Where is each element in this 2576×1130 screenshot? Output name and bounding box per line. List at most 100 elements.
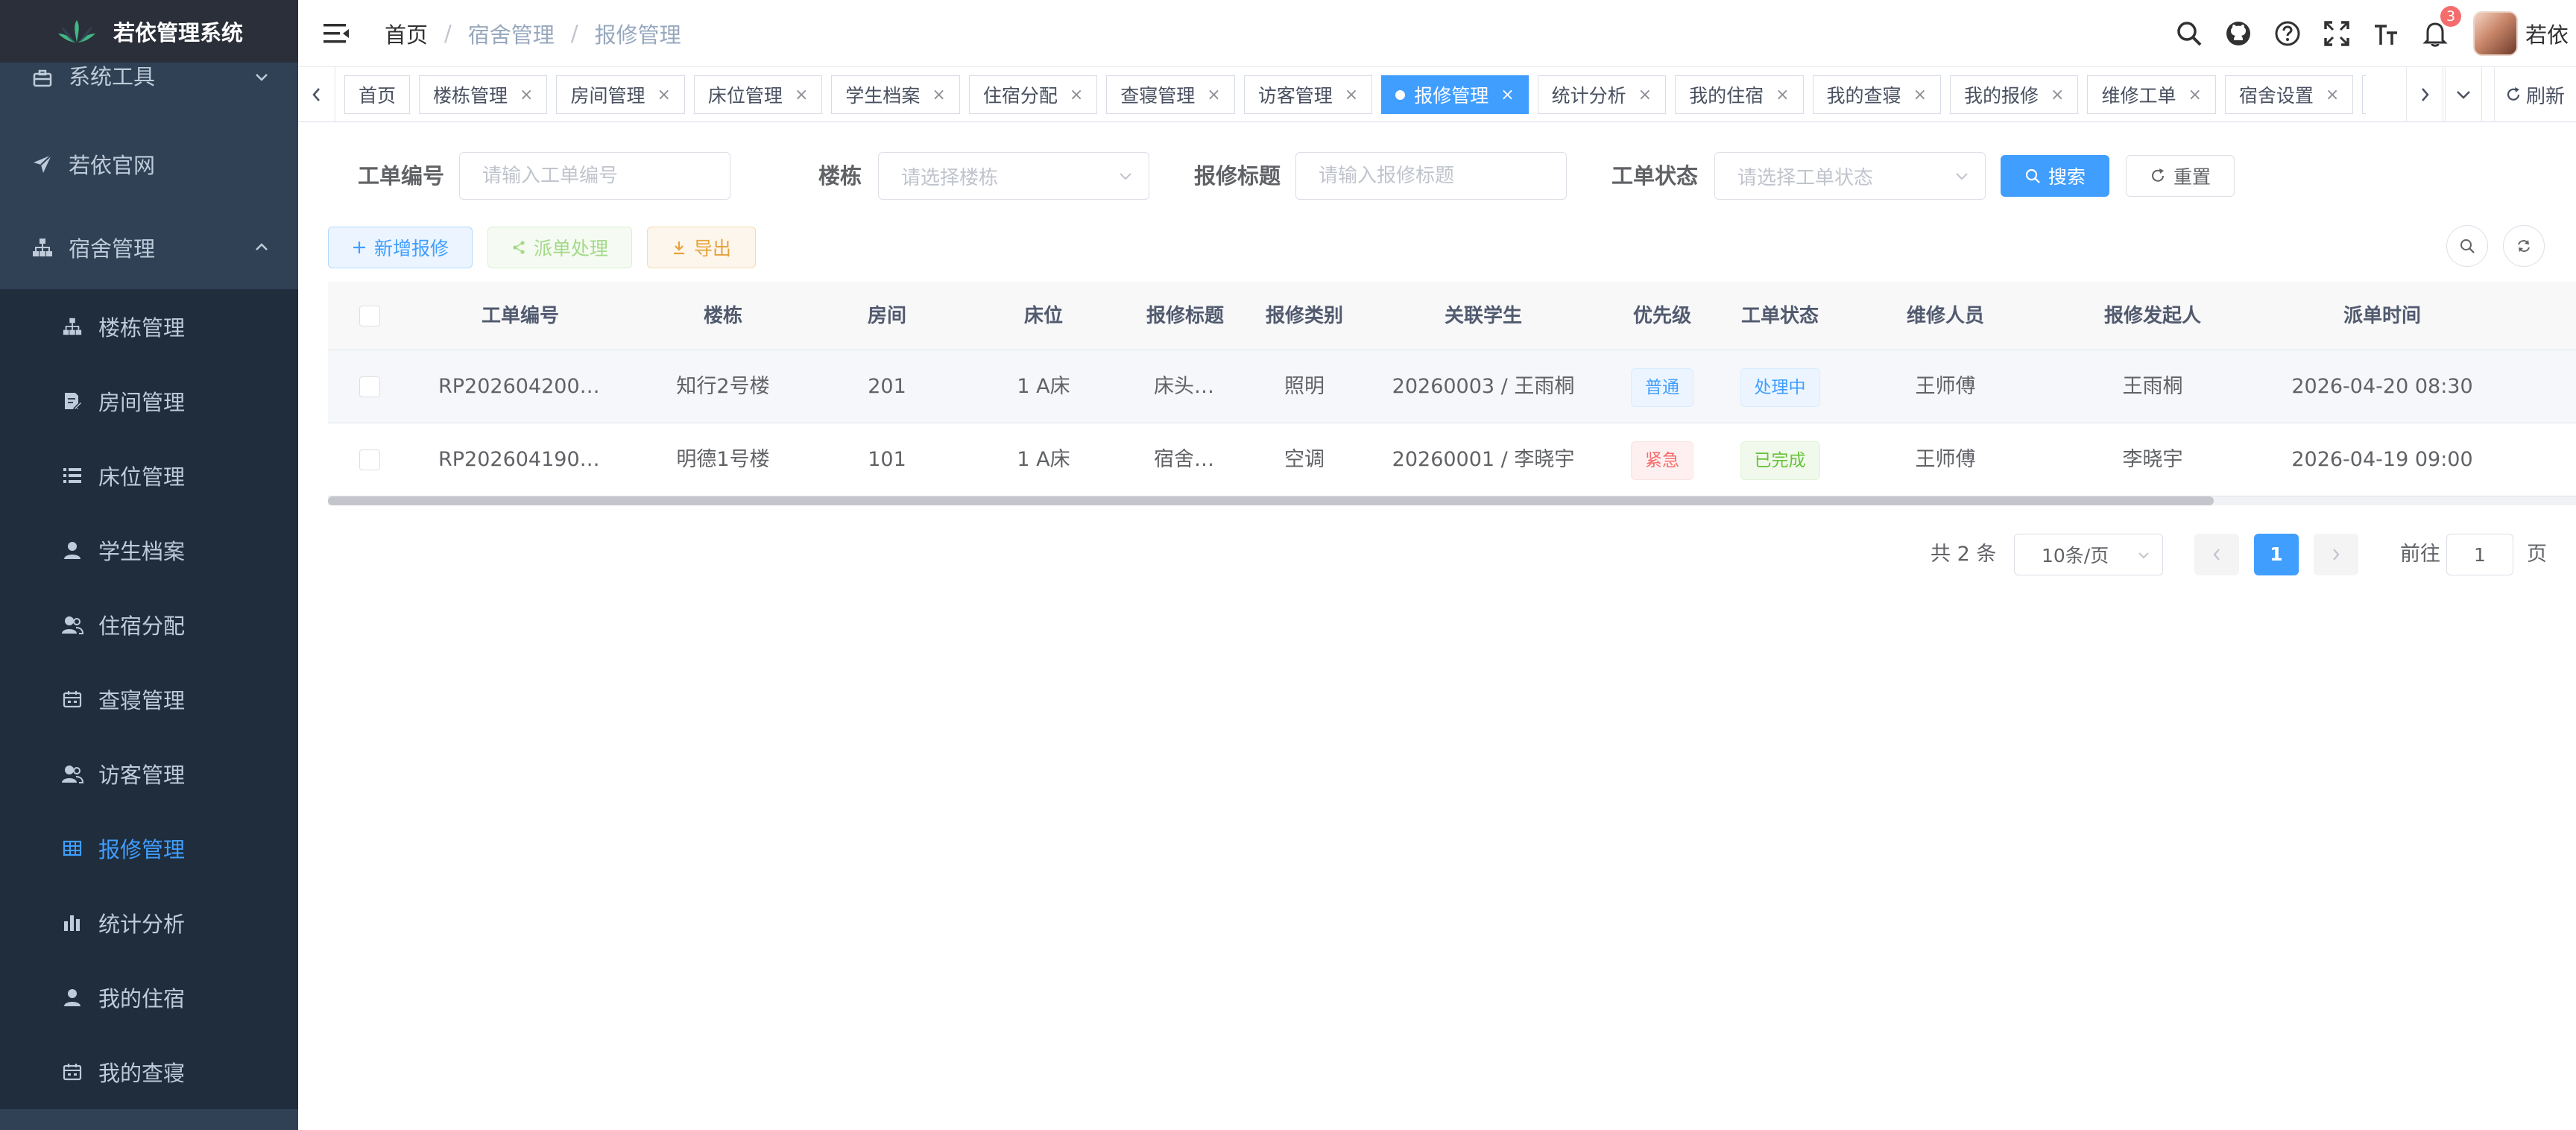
user-icon (60, 537, 85, 563)
select-all-checkbox[interactable] (359, 306, 380, 326)
search-button[interactable]: 搜索 (2001, 155, 2109, 197)
row-checkbox[interactable] (359, 376, 380, 397)
tags-scroll-right-icon[interactable] (2406, 67, 2443, 122)
toggle-search-button[interactable] (2446, 225, 2488, 267)
tag-7[interactable]: 访客管理 × (1243, 75, 1373, 114)
fullscreen-icon[interactable] (2312, 0, 2361, 67)
tags-view: 首页 楼栋管理 × 房间管理 × 床位管理 × 学生档案 × 住宿分配 × 查寝管理 × 访客管理 × 报修管… (298, 67, 2576, 122)
add-repair-button[interactable]: 新增报修 (328, 227, 473, 268)
sidebar-item-rooms[interactable]: 房间管理 (0, 364, 298, 438)
close-icon[interactable]: × (1913, 86, 1927, 104)
page-number-current[interactable]: 1 (2254, 534, 2299, 575)
search-icon[interactable] (2165, 0, 2214, 67)
user-name[interactable]: 若依 (2525, 18, 2569, 49)
table-icon (60, 836, 85, 861)
tag-9[interactable]: 统计分析 × (1537, 75, 1667, 114)
sidebar-item-dorm-management[interactable]: 宿舍管理 (0, 206, 298, 289)
close-icon[interactable]: × (520, 86, 533, 104)
tag-4[interactable]: 学生档案 × (831, 75, 960, 114)
close-icon[interactable]: × (2188, 86, 2201, 104)
close-icon[interactable]: × (932, 86, 945, 104)
dispatch-button[interactable]: 派单处理 (487, 227, 632, 268)
close-icon[interactable]: × (2051, 86, 2064, 104)
close-icon[interactable]: × (795, 86, 808, 104)
page-size-select[interactable]: 10条/页 (2014, 534, 2163, 575)
sidebar-item-label: 宿舍管理 (69, 236, 156, 262)
hamburger-icon[interactable] (322, 19, 350, 48)
sidebar-item-my-dorm-check[interactable]: 我的查寝 (0, 1035, 298, 1109)
tag-label: 报修管理 (1414, 85, 1489, 107)
tag-5[interactable]: 住宿分配 × (968, 75, 1098, 114)
sidebar-item-beds[interactable]: 床位管理 (0, 438, 298, 513)
export-button[interactable]: 导出 (647, 227, 756, 268)
sidebar-item-accommodation[interactable]: 住宿分配 (0, 587, 298, 662)
tag-14[interactable]: 宿舍设置 × (2224, 75, 2354, 114)
sidebar-item-label: 床位管理 (98, 464, 186, 490)
building-label: 楼栋 (818, 163, 862, 189)
cell-initiator: 李晓宇 (2122, 448, 2183, 471)
avatar[interactable] (2472, 11, 2518, 56)
close-icon[interactable]: × (1500, 86, 1514, 104)
close-icon[interactable]: × (1070, 86, 1083, 104)
tag-10[interactable]: 我的住宿 × (1675, 75, 1804, 114)
tag-8[interactable]: 报修管理 × (1381, 75, 1529, 114)
logo-icon (57, 20, 95, 42)
logo[interactable]: 若依管理系统 (0, 0, 298, 63)
refresh-tag-button[interactable]: 刷新 (2494, 67, 2565, 122)
sidebar-item-label: 若依官网 (69, 153, 156, 178)
font-size-icon[interactable] (2361, 0, 2411, 67)
add-repair-label: 新增报修 (373, 238, 449, 259)
breadcrumb: 首页 / 宿舍管理 / 报修管理 (385, 0, 681, 67)
close-icon[interactable]: × (657, 86, 670, 104)
tag-label: 我的查寝 (1826, 85, 1901, 107)
table-row[interactable]: RP20260419001 明德1号楼 101 1 A床 宿舍空调不制冷 空调 202600… (328, 423, 2576, 496)
order-no-input[interactable] (459, 152, 730, 200)
close-icon[interactable]: × (2326, 86, 2339, 104)
tag-2[interactable]: 房间管理 × (556, 75, 685, 114)
sidebar-item-student-files[interactable]: 学生档案 (0, 513, 298, 587)
tag-15[interactable]: 个人信息× (2362, 75, 2366, 114)
column-header-order-no: 工单编号 (481, 305, 559, 327)
table-row[interactable]: RP20260420002 知行2号楼 201 1 A床 床头灯不亮 照明 20260003… (328, 350, 2576, 423)
close-icon[interactable]: × (1207, 86, 1220, 104)
tags-scroll-left-icon[interactable] (298, 67, 335, 122)
row-checkbox[interactable] (359, 449, 380, 470)
sidebar-item-ruoyi-site[interactable]: 若依官网 (0, 122, 298, 206)
chevron-down-icon (2137, 549, 2150, 562)
building-select[interactable]: 请选择楼栋 (878, 152, 1149, 200)
cell-order-no: RP20260419001 (438, 448, 602, 471)
tag-0[interactable]: 首页 (344, 75, 411, 114)
tag-1[interactable]: 楼栋管理 × (419, 75, 548, 114)
goto-page-input[interactable] (2446, 534, 2513, 575)
close-icon[interactable]: × (1775, 86, 1789, 104)
sidebar-item-statistics[interactable]: 统计分析 (0, 886, 298, 960)
sidebar-item-dorm-check[interactable]: 查寝管理 (0, 662, 298, 736)
scrollbar-thumb[interactable] (328, 496, 2214, 505)
tags-more-dropdown-icon[interactable] (2445, 67, 2482, 122)
question-icon[interactable] (2263, 0, 2312, 67)
sidebar-item-visitors[interactable]: 访客管理 (0, 736, 298, 811)
reset-button[interactable]: 重置 (2126, 155, 2235, 197)
next-page-button[interactable] (2314, 534, 2358, 575)
app-title: 若依管理系统 (113, 20, 243, 45)
sidebar-item-my-accommodation[interactable]: 我的住宿 (0, 960, 298, 1035)
horizontal-scrollbar[interactable] (328, 496, 2576, 505)
status-select[interactable]: 请选择工单状态 (1714, 152, 1986, 200)
sidebar-item-repairs[interactable]: 报修管理 (0, 811, 298, 886)
sidebar-item-buildings[interactable]: 楼栋管理 (0, 289, 298, 364)
tag-6[interactable]: 查寝管理 × (1106, 75, 1235, 114)
breadcrumb-home[interactable]: 首页 (385, 18, 428, 49)
tag-13[interactable]: 维修工单 × (2087, 75, 2216, 114)
sidebar-item-label: 学生档案 (98, 539, 186, 564)
bell-icon[interactable]: 3 (2411, 0, 2461, 67)
close-icon[interactable]: × (1345, 86, 1358, 104)
prev-page-button[interactable] (2194, 534, 2239, 575)
tag-11[interactable]: 我的查寝 × (1812, 75, 1941, 114)
repair-title-input[interactable] (1295, 152, 1567, 200)
close-icon[interactable]: × (1638, 86, 1652, 104)
github-icon[interactable] (2214, 0, 2263, 67)
tag-12[interactable]: 我的报修 × (1950, 75, 2079, 114)
tag-3[interactable]: 床位管理 × (693, 75, 823, 114)
export-label: 导出 (693, 238, 731, 259)
refresh-table-button[interactable] (2503, 225, 2545, 267)
